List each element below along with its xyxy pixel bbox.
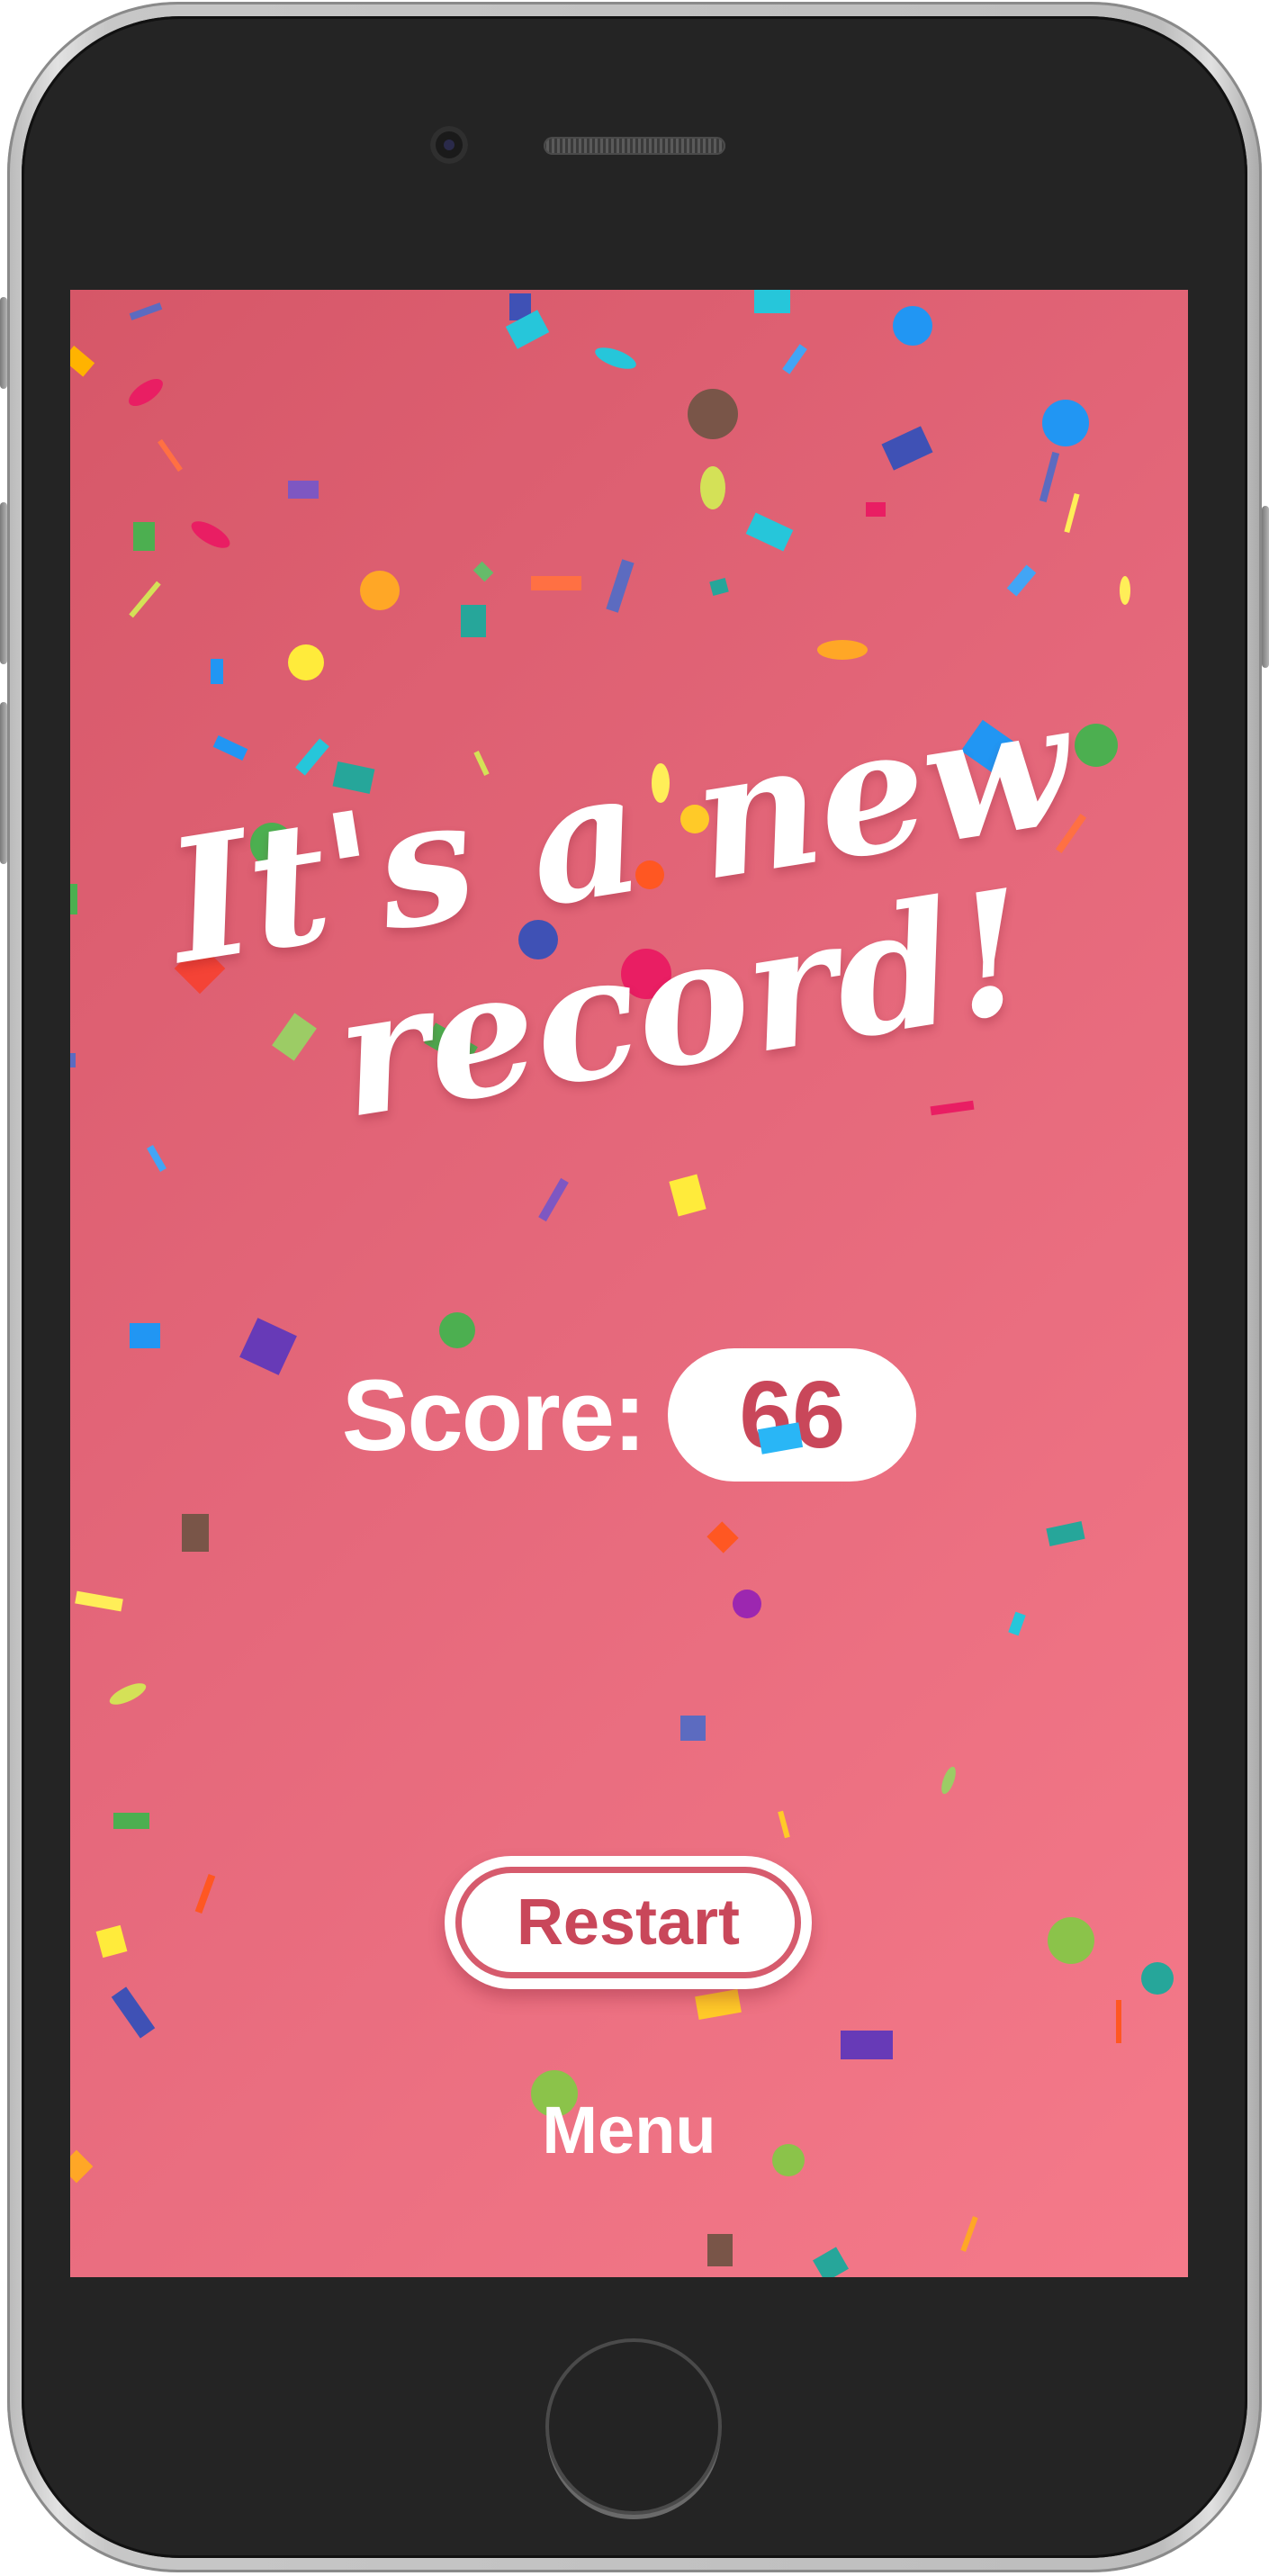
power-button — [1262, 506, 1269, 668]
home-button-icon[interactable] — [545, 2338, 722, 2515]
restart-button-label: Restart — [455, 1867, 801, 1978]
mute-switch — [0, 297, 7, 389]
volume-up-button — [0, 502, 7, 664]
game-over-screen: It's a new record! Score: 66 Restart Men… — [70, 290, 1188, 2277]
front-camera-icon — [430, 126, 468, 164]
restart-button[interactable]: Restart — [445, 1856, 812, 1989]
earpiece-speaker-icon — [544, 137, 725, 155]
confetti-piece — [757, 1422, 804, 1455]
volume-down-button — [0, 702, 7, 864]
menu-button[interactable]: Menu — [70, 2092, 1188, 2168]
